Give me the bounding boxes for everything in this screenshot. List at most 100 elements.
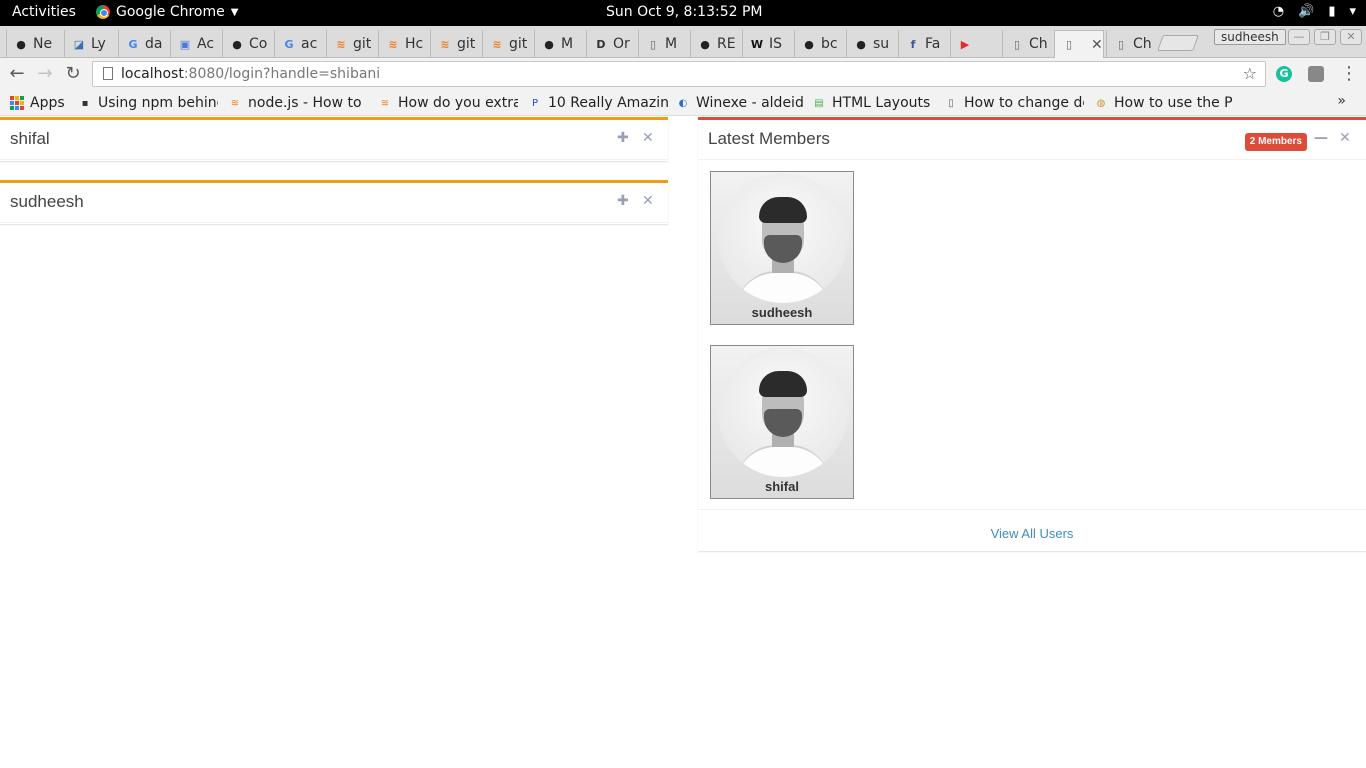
app-menu[interactable]: Google Chrome ▼ <box>96 4 238 20</box>
bookmark-label: 10 Really Amazing <box>548 95 668 111</box>
tab-label: git <box>353 36 372 52</box>
browser-tab[interactable]: ≋ git <box>482 30 532 58</box>
tab-label: Or <box>613 36 630 52</box>
bookmark-item[interactable]: ≋ How do you extra <box>378 93 518 113</box>
back-button[interactable]: ← <box>6 63 28 85</box>
bookmark-label: How to change de <box>964 95 1084 111</box>
bookmarks-overflow-button[interactable]: » <box>1337 93 1346 109</box>
tab-label: bc <box>821 36 838 52</box>
browser-tab[interactable]: Gac <box>274 30 324 58</box>
bookmark-item[interactable]: ≋ node.js - How to <box>228 93 362 113</box>
bookmark-item[interactable]: ◍ How to use the P <box>1094 93 1233 113</box>
browser-tab[interactable]: ▶ <box>950 30 1000 58</box>
user-panel-shifal: shifal ✚ ✕ <box>0 117 668 161</box>
new-tab-button[interactable] <box>1157 35 1199 51</box>
browser-tab[interactable]: ◪ Ly <box>64 30 116 58</box>
page-icon: ▯ <box>948 97 954 109</box>
tab-label: M <box>665 36 678 52</box>
close-window-button[interactable]: ✕ <box>1340 29 1362 45</box>
forward-button[interactable]: → <box>34 63 56 85</box>
browser-tab[interactable]: ▯ Ch <box>1002 30 1052 58</box>
github-icon: ● <box>804 37 814 51</box>
browser-tab[interactable]: f Fa <box>898 30 948 58</box>
tab-label: Ch <box>1133 36 1152 52</box>
browser-tab[interactable]: D Or <box>586 30 636 58</box>
browser-tab[interactable]: ● Co <box>222 30 272 58</box>
bookmark-item[interactable]: Apps <box>10 93 65 113</box>
volume-icon: 🔊 <box>1298 4 1315 19</box>
activities-button[interactable]: Activities <box>12 4 76 20</box>
bookmark-item[interactable]: P 10 Really Amazing <box>528 93 668 113</box>
reload-button[interactable]: ↻ <box>62 63 84 85</box>
extension-icon[interactable] <box>1308 66 1324 82</box>
panel-title: sudheesh <box>10 192 84 211</box>
bookmark-item[interactable]: ▤ HTML Layouts <box>812 93 930 113</box>
browser-tab[interactable]: ≋ Hc <box>378 30 428 58</box>
stackoverflow-icon: ≋ <box>336 37 346 51</box>
browser-tab[interactable]: ▯ Ch <box>1106 30 1156 58</box>
panel-title: shifal <box>10 129 50 148</box>
facebook-icon: f <box>910 37 916 51</box>
stackoverflow-icon: ≋ <box>388 37 398 51</box>
close-tab-icon[interactable]: ✕ <box>1091 37 1103 53</box>
member-name[interactable]: shifal <box>711 479 853 494</box>
browser-tab[interactable]: ● M <box>534 30 584 58</box>
member-name[interactable]: sudheesh <box>711 305 853 320</box>
member-card[interactable]: shifal <box>710 345 854 499</box>
browser-tab[interactable]: ● su <box>846 30 896 58</box>
tab-label: IS <box>769 36 783 52</box>
bookmark-label: Using npm behind <box>98 95 218 111</box>
lyx-icon: ◪ <box>73 37 85 51</box>
profile-button[interactable]: sudheesh <box>1214 29 1286 45</box>
bookmark-item[interactable]: ▪ Using npm behind <box>78 93 218 113</box>
close-icon[interactable]: ✕ <box>1339 130 1351 146</box>
browser-tab[interactable]: ≋ git <box>326 30 376 58</box>
system-tray[interactable]: ◔ 🔊 ▮ ▾ <box>1273 4 1356 19</box>
tab-label: git <box>509 36 528 52</box>
clock[interactable]: Sun Oct 9, 8:13:52 PM <box>606 4 763 20</box>
maximize-button[interactable]: ❐ <box>1314 29 1336 45</box>
bookmark-item[interactable]: ▯ How to change de <box>944 93 1084 113</box>
browser-tab[interactable]: ≋ git <box>430 30 480 58</box>
tab-label: Hc <box>405 36 424 52</box>
menu-icon[interactable]: ⋮ <box>1340 63 1358 84</box>
member-card[interactable]: sudheesh <box>710 171 854 325</box>
avatar <box>718 173 848 303</box>
minimize-button[interactable]: — <box>1288 29 1310 45</box>
stackoverflow-icon: ≋ <box>440 37 450 51</box>
expand-icon[interactable]: ✚ <box>617 193 629 209</box>
view-all-users-link[interactable]: View All Users <box>991 526 1074 541</box>
expand-icon[interactable]: ✚ <box>617 130 629 146</box>
browser-tab[interactable]: ● RE <box>690 30 740 58</box>
address-bar[interactable]: localhost:8080/login?handle=shibani ☆ <box>92 61 1266 87</box>
contacts-icon: ▣ <box>179 37 191 51</box>
battery-icon: ▮ <box>1328 4 1336 19</box>
latest-members-panel: Latest Members 2 Members — ✕ sudheesh sh… <box>698 117 1366 551</box>
close-icon[interactable]: ✕ <box>642 130 654 146</box>
page-icon <box>103 67 113 80</box>
close-icon[interactable]: ✕ <box>642 193 654 209</box>
tab-label: Fa <box>925 36 941 52</box>
collapse-icon[interactable]: — <box>1314 130 1328 146</box>
google-icon: G <box>128 37 138 51</box>
bookmark-label: Apps <box>30 95 65 111</box>
globe-icon: ◍ <box>1096 97 1106 109</box>
browser-tab[interactable]: ▯ M <box>638 30 688 58</box>
github-icon: ● <box>16 37 26 51</box>
bookmark-label: node.js - How to <box>248 95 362 111</box>
page-icon: ▯ <box>1117 37 1125 51</box>
wikipedia-icon: W <box>750 37 764 51</box>
bookmark-star-icon[interactable]: ☆ <box>1243 64 1257 83</box>
grammarly-extension-icon[interactable]: G <box>1276 66 1292 82</box>
url-text: localhost:8080/login?handle=shibani <box>121 66 381 82</box>
tab-active[interactable]: ▯ ✕ <box>1054 30 1104 58</box>
stackoverflow-icon: ≋ <box>230 97 240 109</box>
browser-tab[interactable]: ▣ Ac <box>170 30 220 58</box>
browser-tab[interactable]: W IS <box>742 30 792 58</box>
browser-tab[interactable]: ● Ne <box>6 30 62 58</box>
browser-tab[interactable]: Gda <box>118 30 168 58</box>
npm-icon: ▪ <box>81 97 89 109</box>
browser-tab[interactable]: ● bc <box>794 30 844 58</box>
bookmark-item[interactable]: ◐ Winexe - aldeid <box>676 93 804 113</box>
caret-down-icon: ▼ <box>230 6 239 18</box>
